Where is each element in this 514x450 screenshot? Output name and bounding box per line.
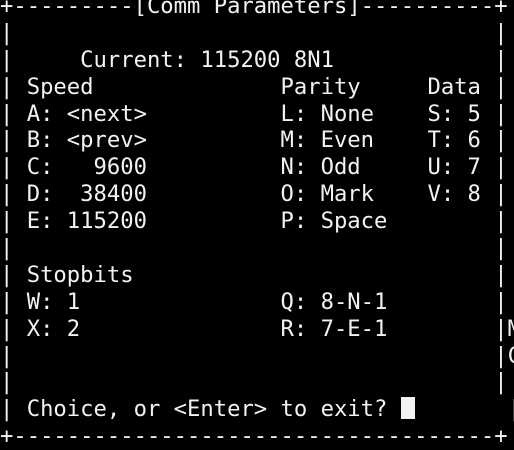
choice-prompt: | Choice, or <Enter> to exit? (0, 396, 401, 422)
prompt-right-border: | (415, 396, 514, 422)
stopbits-header: | Stopbits | (0, 262, 514, 289)
dialog-blank-line: | | (0, 235, 514, 262)
option-row-stopbits-2-7e1: | X: 2 R: 7-E-1 |M (0, 316, 514, 343)
dialog-top-border: +---------[Comm Parameters]----------+ (0, 0, 514, 20)
dialog-blank-line: | | (0, 369, 514, 396)
text-cursor[interactable] (401, 397, 415, 419)
dialog-blank-line: | | (0, 20, 514, 47)
option-row-speed-prev-parity-even-data-6: | B: <prev> M: Even T: 6 | (0, 127, 514, 154)
option-row-speed-next-parity-none-data-5: | A: <next> L: None S: 5 | (0, 101, 514, 128)
terminal-screen: { "window": { "colors": { "background": … (0, 0, 514, 444)
column-headers: | Speed Parity Data | (0, 74, 514, 101)
option-row-9600-odd-7: | C: 9600 N: Odd U: 7 | (0, 154, 514, 181)
current-setting-line: | Current: 115200 8N1 | (0, 47, 514, 74)
dialog-bottom-border: +------------------------------------+ (0, 423, 514, 450)
option-row-115200-space: | E: 115200 P: Space | (0, 208, 514, 235)
choice-prompt-line[interactable]: | Choice, or <Enter> to exit? | (0, 396, 514, 423)
option-row-stopbits-1-8n1: | W: 1 Q: 8-N-1 | (0, 289, 514, 316)
option-row-38400-mark-8: | D: 38400 O: Mark V: 8 | (0, 181, 514, 208)
terminal-text: +---------[Comm Parameters]----------+| … (0, 0, 514, 450)
dialog-blank-line: | |C (0, 343, 514, 370)
